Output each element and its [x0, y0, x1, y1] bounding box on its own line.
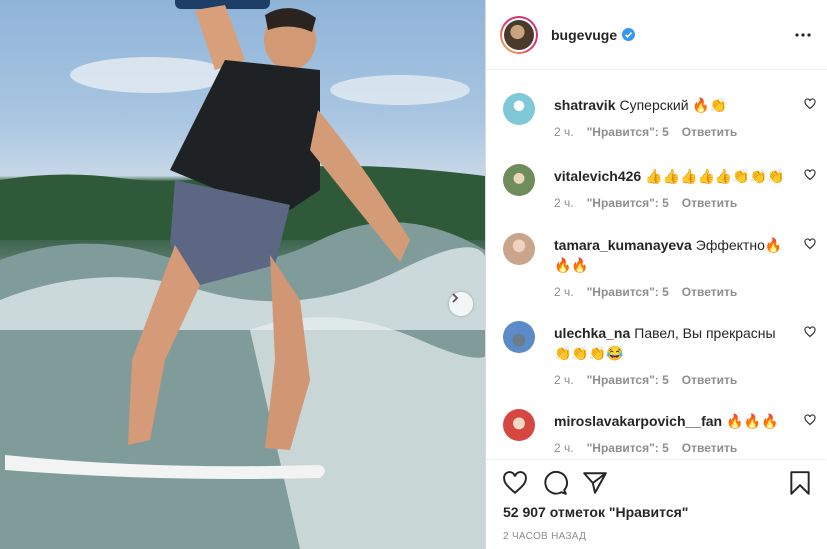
likes-count[interactable]: 52 907 отметок "Нравится"	[503, 504, 688, 520]
post-timestamp[interactable]: 2 ЧАСОВ НАЗАД	[503, 531, 586, 542]
commenter-avatar[interactable]	[503, 164, 535, 196]
post-side-panel: bugevuge shatravik Суперский 🔥👏 2 ч. "Нрав…	[485, 0, 827, 549]
comment-reply-button[interactable]: Ответить	[682, 441, 737, 455]
commenter-avatar[interactable]	[503, 409, 535, 441]
comment-reply-button[interactable]: Ответить	[682, 373, 737, 387]
post-actions: 52 907 отметок "Нравится" 2 ЧАСОВ НАЗАД	[486, 459, 826, 549]
comment-time[interactable]: 2 ч.	[554, 125, 574, 139]
comment-text: Суперский 🔥👏	[619, 97, 728, 113]
comment-reply-button[interactable]: Ответить	[682, 196, 737, 210]
more-options-icon[interactable]	[795, 32, 811, 37]
carousel-next-button[interactable]	[449, 292, 473, 316]
comment-time[interactable]: 2 ч.	[554, 285, 574, 299]
comment-likes[interactable]: "Нравится": 5	[587, 196, 669, 210]
comment-username[interactable]: miroslavakarpovich__fan	[554, 413, 722, 429]
comment-username[interactable]: vitalevich426	[554, 168, 641, 184]
chevron-right-icon	[452, 293, 459, 303]
post-header: bugevuge	[486, 0, 827, 70]
comments-list[interactable]: shatravik Суперский 🔥👏 2 ч. "Нравится": 5 О…	[486, 71, 826, 459]
comment-time[interactable]: 2 ч.	[554, 441, 574, 455]
comment-icon[interactable]	[542, 470, 568, 501]
comment-text: 👍👍👍👍👍👏👏👏	[645, 168, 785, 184]
paper-plane-icon[interactable]	[582, 470, 608, 501]
bookmark-icon[interactable]	[787, 470, 813, 501]
commenter-avatar[interactable]	[503, 233, 535, 265]
comment-username[interactable]: shatravik	[554, 97, 615, 113]
comment-username[interactable]: ulechka_na	[554, 325, 630, 341]
commenter-avatar[interactable]	[503, 321, 535, 353]
author-username[interactable]: bugevuge	[551, 27, 617, 43]
comment-like-heart-icon[interactable]	[804, 237, 816, 255]
heart-icon[interactable]	[502, 470, 528, 501]
comment-likes[interactable]: "Нравится": 5	[587, 373, 669, 387]
verified-badge-icon	[622, 28, 636, 41]
comment-like-heart-icon[interactable]	[804, 413, 816, 431]
comment-text: 🔥🔥🔥	[726, 413, 779, 429]
comment-time[interactable]: 2 ч.	[554, 196, 574, 210]
comment-time[interactable]: 2 ч.	[554, 373, 574, 387]
post-photo-illustration	[0, 0, 485, 549]
comment-likes[interactable]: "Нравится": 5	[587, 125, 669, 139]
comment-reply-button[interactable]: Ответить	[682, 285, 737, 299]
comment-username[interactable]: tamara_kumanayeva	[554, 237, 692, 253]
comment-reply-button[interactable]: Ответить	[682, 125, 737, 139]
comment-likes[interactable]: "Нравится": 5	[587, 441, 669, 455]
comment-likes[interactable]: "Нравится": 5	[587, 285, 669, 299]
comment-like-heart-icon[interactable]	[804, 97, 816, 115]
comment-like-heart-icon[interactable]	[804, 325, 816, 343]
post-photo[interactable]	[0, 0, 485, 549]
comment-like-heart-icon[interactable]	[804, 168, 816, 186]
author-avatar[interactable]	[500, 15, 538, 54]
commenter-avatar[interactable]	[503, 93, 535, 125]
